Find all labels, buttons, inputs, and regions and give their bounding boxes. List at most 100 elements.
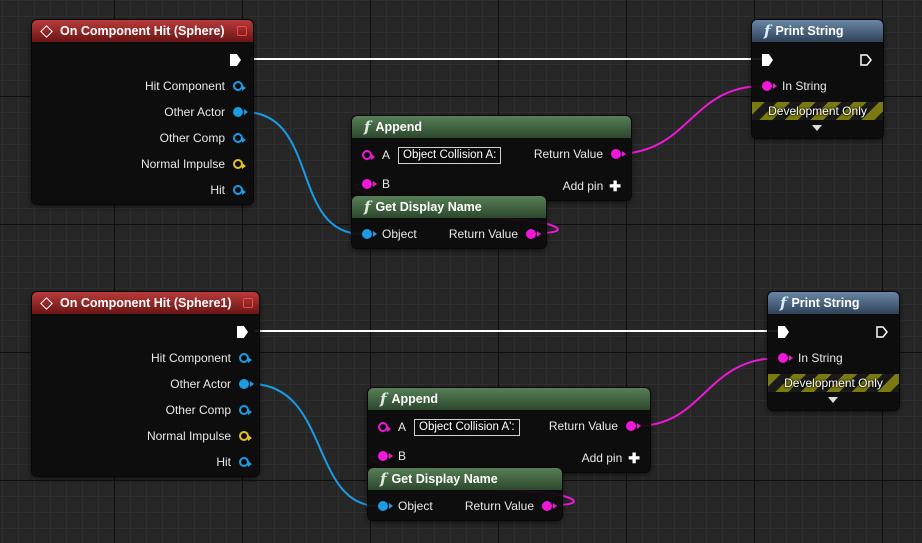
- pin-label: Hit Component: [150, 351, 231, 365]
- print-string-node[interactable]: f Print String In String Development Onl…: [768, 292, 899, 410]
- get-display-name-header[interactable]: f Get Display Name: [368, 468, 562, 490]
- pin-label: Return Value: [448, 227, 518, 241]
- pin-label: Other Comp: [159, 131, 225, 145]
- string-wire: [635, 357, 780, 427]
- pin-label: Return Value: [548, 419, 618, 433]
- pin-in-string[interactable]: In String: [762, 78, 827, 94]
- exec-out-pin[interactable]: [860, 52, 872, 68]
- event-node-header[interactable]: On Component Hit (Sphere1): [32, 292, 259, 314]
- pin-normal-impulse[interactable]: Normal Impulse: [146, 428, 252, 444]
- event-node-sphere[interactable]: On Component Hit (Sphere) Hit Component …: [32, 20, 253, 204]
- append-node[interactable]: f Append A Object Collision A': Return V…: [368, 388, 650, 472]
- pin-label: Normal Impulse: [146, 429, 231, 443]
- exec-in-pin[interactable]: [762, 52, 773, 68]
- event-node-header[interactable]: On Component Hit (Sphere): [32, 20, 253, 42]
- append-node-title: Append: [375, 120, 422, 134]
- development-only-label: Development Only: [784, 376, 883, 390]
- object-pin-icon: [362, 229, 377, 239]
- string-pin-icon: [778, 353, 793, 363]
- function-icon: f: [364, 198, 371, 216]
- function-icon: f: [364, 118, 371, 136]
- pin-return-value[interactable]: Return Value: [448, 226, 541, 242]
- string-pin-icon: [611, 149, 626, 159]
- print-string-header[interactable]: f Print String: [768, 292, 899, 314]
- pin-other-comp[interactable]: Other Comp: [159, 130, 246, 146]
- object-pin-icon: [239, 379, 254, 389]
- append-node-title: Append: [391, 392, 438, 406]
- object-pin-icon: [239, 353, 252, 363]
- pin-a[interactable]: A Object Collision A:: [362, 146, 502, 164]
- pin-label: Return Value: [464, 499, 534, 513]
- exec-out-icon: [230, 54, 241, 66]
- exec-in-pin[interactable]: [778, 324, 789, 340]
- pin-return-value[interactable]: Return Value: [534, 146, 626, 162]
- string-pin-icon: [362, 179, 377, 189]
- print-string-node[interactable]: f Print String In String Development Onl…: [752, 20, 883, 138]
- vector-pin-icon: [233, 159, 246, 169]
- exec-out-icon: [860, 54, 872, 66]
- object-wire: [250, 383, 379, 507]
- pin-object[interactable]: Object: [362, 226, 417, 242]
- pin-hit[interactable]: Hit: [210, 182, 246, 198]
- pin-b[interactable]: B: [378, 448, 406, 464]
- string-pin-icon: [378, 422, 391, 432]
- append-node-header[interactable]: f Append: [368, 388, 650, 410]
- get-display-name-node[interactable]: f Get Display Name Object Return Value: [352, 196, 546, 248]
- print-string-header[interactable]: f Print String: [752, 20, 883, 42]
- get-display-name-header[interactable]: f Get Display Name: [352, 196, 546, 218]
- exec-out-icon: [876, 326, 888, 338]
- exec-out-pin[interactable]: [876, 324, 888, 340]
- object-pin-icon: [233, 107, 248, 117]
- exec-out-pin[interactable]: [230, 52, 241, 68]
- exec-in-icon: [778, 326, 789, 338]
- pin-label: Other Comp: [165, 403, 231, 417]
- pin-label: Object: [382, 227, 417, 241]
- add-pin-button[interactable]: Add pin ✚: [563, 178, 621, 194]
- function-icon: f: [764, 22, 771, 40]
- pin-hit-component[interactable]: Hit Component: [150, 350, 252, 366]
- plus-icon: ✚: [609, 177, 621, 194]
- pin-b[interactable]: B: [362, 176, 390, 192]
- string-pin-icon: [362, 150, 375, 160]
- get-display-name-node[interactable]: f Get Display Name Object Return Value: [368, 468, 562, 520]
- pin-other-actor[interactable]: Other Actor: [164, 104, 248, 120]
- event-node-sphere1[interactable]: On Component Hit (Sphere1) Hit Component…: [32, 292, 259, 476]
- append-node[interactable]: f Append A Object Collision A: Return Va…: [352, 116, 631, 200]
- object-wire: [243, 111, 363, 235]
- add-pin-label: Add pin: [581, 451, 623, 465]
- development-only-banner: Development Only: [752, 102, 883, 120]
- vector-pin-icon: [239, 431, 252, 441]
- exec-out-pin[interactable]: [237, 324, 248, 340]
- add-pin-button[interactable]: Add pin ✚: [582, 450, 640, 466]
- pin-in-string[interactable]: In String: [778, 350, 843, 366]
- object-pin-icon: [233, 81, 246, 91]
- string-value-field[interactable]: Object Collision A':: [414, 418, 520, 436]
- development-only-label: Development Only: [768, 104, 867, 118]
- string-pin-icon: [762, 81, 777, 91]
- pin-other-actor[interactable]: Other Actor: [170, 376, 254, 392]
- pin-hit[interactable]: Hit: [216, 454, 252, 470]
- pin-a[interactable]: A Object Collision A':: [378, 418, 520, 436]
- pin-return-value[interactable]: Return Value: [548, 418, 641, 434]
- exec-out-icon: [237, 326, 248, 338]
- pin-label: Hit: [210, 183, 225, 197]
- string-pin-icon: [626, 421, 641, 431]
- pin-object[interactable]: Object: [378, 498, 433, 514]
- pin-label: A: [398, 420, 407, 434]
- get-display-name-title: Get Display Name: [375, 200, 482, 214]
- pin-label: Other Actor: [170, 377, 231, 391]
- pin-hit-component[interactable]: Hit Component: [145, 78, 246, 94]
- event-node-title: On Component Hit (Sphere): [60, 24, 225, 38]
- pin-normal-impulse[interactable]: Normal Impulse: [141, 156, 246, 172]
- pin-label: Hit: [216, 455, 231, 469]
- string-value-field[interactable]: Object Collision A:: [398, 146, 502, 164]
- append-node-header[interactable]: f Append: [352, 116, 631, 138]
- expand-arrow-icon[interactable]: [828, 397, 838, 403]
- event-diamond-icon: [40, 296, 53, 310]
- print-string-title: Print String: [791, 296, 860, 310]
- pin-return-value[interactable]: Return Value: [464, 498, 557, 514]
- pin-other-comp[interactable]: Other Comp: [165, 402, 252, 418]
- object-pin-icon: [378, 501, 393, 511]
- string-wire: [615, 85, 764, 155]
- expand-arrow-icon[interactable]: [812, 125, 822, 131]
